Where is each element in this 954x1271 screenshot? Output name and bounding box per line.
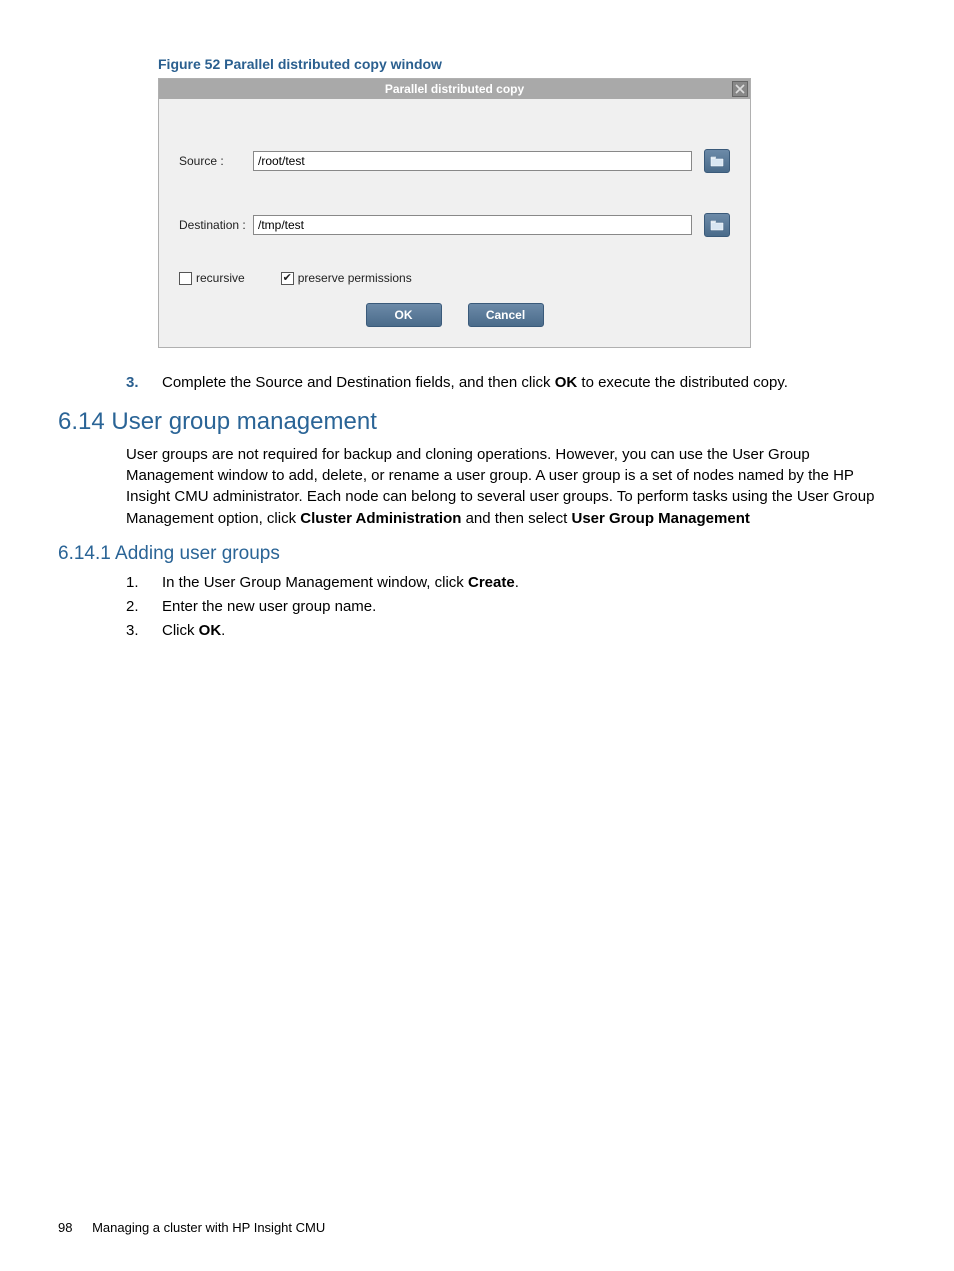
ordered-list: 1. In the User Group Management window, … [126,571,896,643]
source-label: Source : [179,154,253,168]
source-input[interactable] [253,151,692,171]
ok-button[interactable]: OK [366,303,442,327]
close-button[interactable] [732,81,748,97]
step-number: 3. [126,372,162,394]
step-3: 3. Complete the Source and Destination f… [126,372,896,394]
subsection-heading: 6.14.1 Adding user groups [58,543,896,565]
destination-browse-button[interactable] [704,213,730,237]
preserve-checkbox[interactable]: ✔ [281,272,294,285]
dialog-titlebar: Parallel distributed copy [159,79,750,99]
list-item: 1. In the User Group Management window, … [126,571,896,595]
preserve-label: preserve permissions [298,271,412,285]
page-footer: 98 Managing a cluster with HP Insight CM… [58,1220,325,1235]
cancel-button[interactable]: Cancel [468,303,544,327]
footer-title: Managing a cluster with HP Insight CMU [92,1220,325,1235]
source-browse-button[interactable] [704,149,730,173]
recursive-label: recursive [196,271,245,285]
figure-caption: Figure 52 Parallel distributed copy wind… [158,56,896,72]
section-paragraph: User groups are not required for backup … [126,444,896,529]
destination-input[interactable] [253,215,692,235]
folder-icon [710,156,724,167]
section-heading: 6.14 User group management [58,408,896,436]
dialog-window: Parallel distributed copy Source : Desti… [158,78,751,348]
list-item: 3. Click OK. [126,619,896,643]
close-icon [735,84,745,94]
recursive-checkbox[interactable] [179,272,192,285]
step-text: Complete the Source and Destination fiel… [162,372,896,394]
list-item: 2. Enter the new user group name. [126,595,896,619]
page-number: 98 [58,1220,72,1235]
destination-label: Destination : [179,218,253,232]
folder-icon [710,220,724,231]
dialog-title: Parallel distributed copy [385,82,524,96]
